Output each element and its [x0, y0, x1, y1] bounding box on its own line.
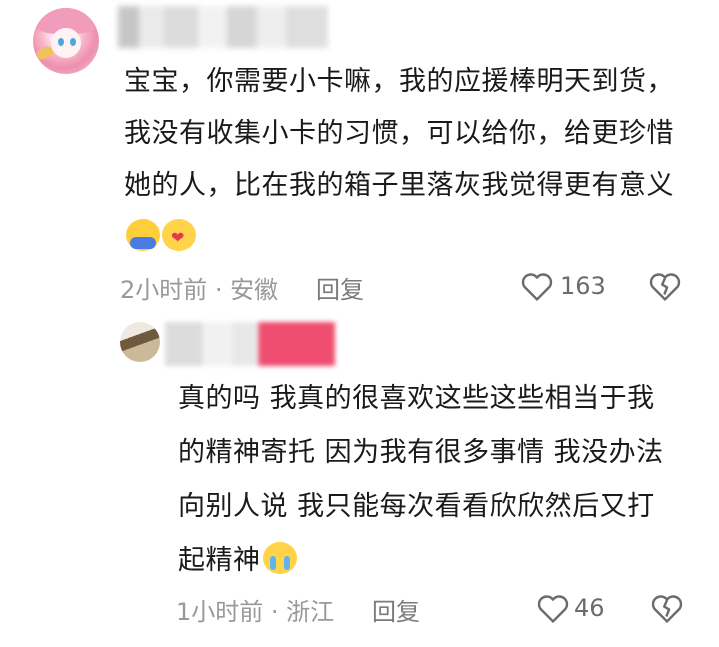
comment-like-count: 163	[560, 272, 606, 300]
commenter-name-blurred[interactable]	[118, 6, 328, 48]
replier-avatar[interactable]	[120, 322, 160, 362]
commenter-avatar[interactable]	[33, 8, 99, 74]
broken-heart-icon[interactable]	[650, 592, 684, 624]
comment-reply-button[interactable]: 回复	[316, 270, 364, 305]
broken-heart-icon[interactable]	[648, 270, 682, 302]
comment-body: 宝宝，你需要小卡嘛，我的应援棒明天到货，我没有收集小卡的习惯，可以给你，给更珍惜…	[124, 56, 684, 264]
smiling-face-with-heart-emoji	[162, 219, 196, 251]
hugging-face-emoji	[126, 219, 160, 251]
reply-text: 真的吗 我真的很喜欢这些这些相当于我的精神寄托 因为我有很多事情 我没办法向别人…	[178, 383, 664, 576]
heart-outline-icon[interactable]	[520, 270, 554, 302]
reply-body: 真的吗 我真的很喜欢这些这些相当于我的精神寄托 因为我有很多事情 我没办法向别人…	[178, 372, 678, 588]
reply-like-count: 46	[574, 594, 605, 622]
heart-outline-icon[interactable]	[536, 592, 570, 624]
crying-face-emoji	[262, 542, 297, 574]
comment-text: 宝宝，你需要小卡嘛，我的应援棒明天到货，我没有收集小卡的习惯，可以给你，给更珍惜…	[124, 66, 674, 201]
replier-name-blurred[interactable]	[165, 322, 335, 366]
comment-meta: 2小时前 · 安徽	[120, 276, 279, 304]
reply-meta: 1小时前 · 浙江	[176, 598, 335, 626]
reply-reply-button[interactable]: 回复	[372, 592, 420, 627]
